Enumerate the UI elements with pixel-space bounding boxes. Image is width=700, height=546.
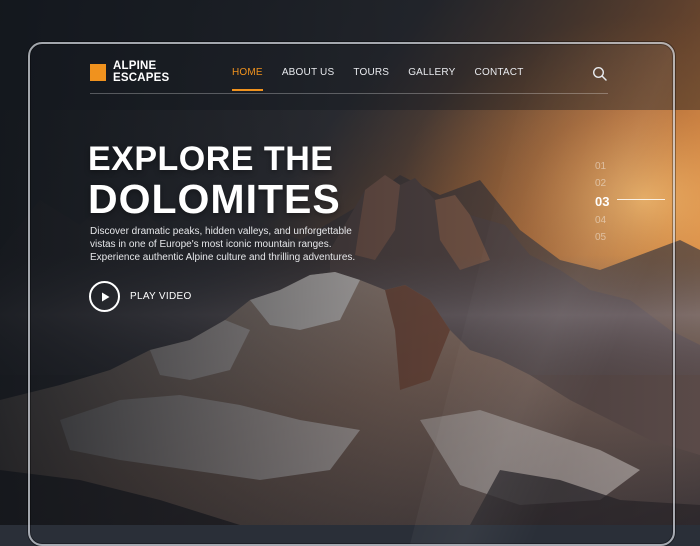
- nav-item-home[interactable]: HOME: [232, 67, 263, 91]
- pager-item-01[interactable]: 01: [595, 158, 675, 175]
- pager-item-04[interactable]: 04: [595, 212, 675, 229]
- logo-mark: [90, 63, 106, 81]
- screen-glare: [405, 44, 673, 544]
- nav-item-tours[interactable]: TOURS: [353, 67, 389, 91]
- search-button[interactable]: [592, 66, 608, 82]
- play-video-label: PLAY VIDEO: [130, 291, 192, 302]
- slide-pager: 01 02 03 04 05: [595, 158, 675, 246]
- brand-logo[interactable]: ALPINE ESCAPES: [90, 60, 173, 84]
- pager-active-line: [617, 199, 665, 200]
- hero-title: EXPLORE THE DOLOMITES: [88, 140, 341, 220]
- hero-description: Discover dramatic peaks, hidden valleys,…: [90, 226, 356, 263]
- logo-line-2: ESCAPES: [113, 72, 170, 84]
- hero-title-line-1: EXPLORE THE: [88, 140, 334, 178]
- play-icon: [101, 292, 109, 301]
- search-icon: [592, 66, 607, 81]
- nav-item-gallery[interactable]: GALLERY: [408, 67, 455, 91]
- logo-line-1: ALPINE: [113, 60, 157, 72]
- nav-item-contact[interactable]: CONTACT: [475, 67, 524, 91]
- main-nav: HOME ABOUT US TOURS GALLERY CONTACT: [232, 67, 543, 91]
- hero-title-line-2: DOLOMITES: [88, 176, 341, 222]
- header-divider: [90, 93, 608, 94]
- logo-text: ALPINE ESCAPES: [113, 60, 173, 84]
- pager-item-02[interactable]: 02: [595, 175, 675, 192]
- play-video-button[interactable]: PLAY VIDEO: [89, 281, 192, 312]
- play-circle: [89, 281, 120, 312]
- pager-item-03[interactable]: 03: [595, 192, 675, 212]
- nav-item-about-us[interactable]: ABOUT US: [282, 67, 335, 91]
- pager-item-05[interactable]: 05: [595, 229, 675, 246]
